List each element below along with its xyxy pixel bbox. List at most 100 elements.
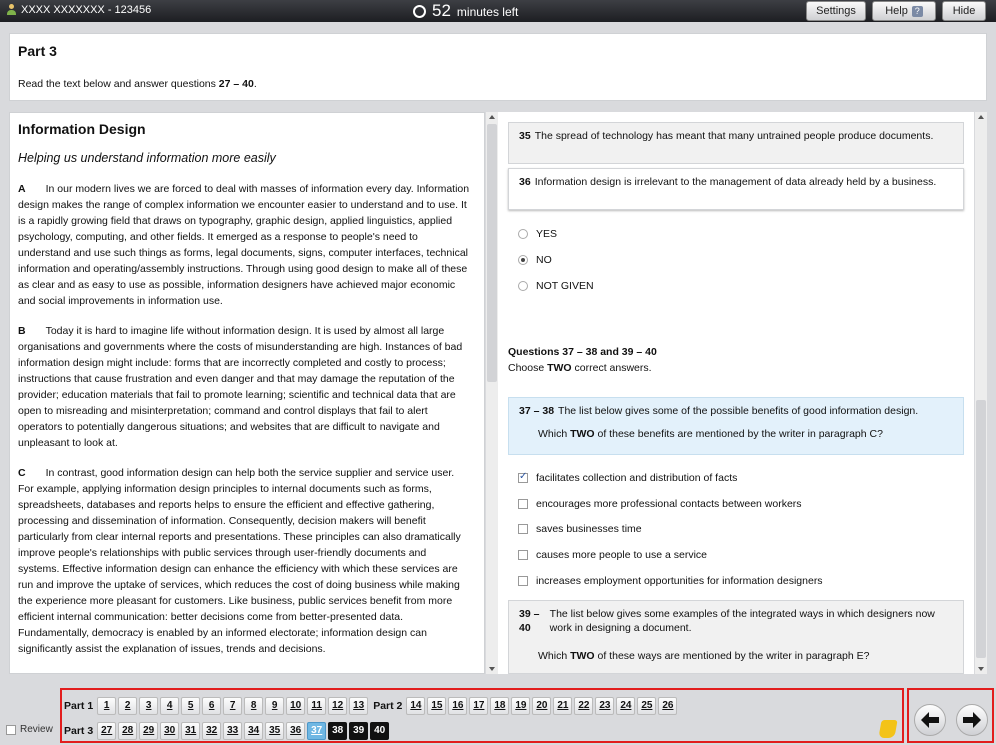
question-nav-button-37[interactable]: 37 [307, 722, 327, 740]
question-nav-button-11[interactable]: 11 [307, 697, 327, 715]
hide-button[interactable]: Hide [942, 1, 986, 21]
question-text: The spread of technology has meant that … [534, 130, 934, 142]
candidate-id: XXXX XXXXXXX - 123456 [21, 4, 152, 16]
checkbox-option-2[interactable]: encourages more professional contacts be… [518, 498, 802, 510]
question-nav-button-6[interactable]: 6 [202, 697, 222, 715]
reading-scrollbar[interactable] [486, 112, 498, 674]
question-number: 35 [519, 130, 531, 142]
question-nav-button-39[interactable]: 39 [349, 722, 369, 740]
scroll-down-icon[interactable] [978, 667, 984, 671]
previous-button[interactable] [914, 704, 946, 736]
scroll-up-icon[interactable] [489, 115, 495, 119]
question-text: Information design is irrelevant to the … [534, 176, 937, 188]
question-nav-button-29[interactable]: 29 [139, 722, 159, 740]
option-not-given[interactable]: NOT GIVEN [518, 280, 594, 292]
question-nav-button-34[interactable]: 34 [244, 722, 264, 740]
option-label: NOT GIVEN [536, 280, 594, 292]
checkbox-option-3[interactable]: saves businesses time [518, 523, 642, 535]
settings-button[interactable]: Settings [806, 1, 866, 21]
question-nav-button-19[interactable]: 19 [511, 697, 531, 715]
checkbox[interactable] [518, 471, 528, 483]
part-title: Part 3 [18, 43, 57, 59]
option-label: facilitates collection and distribution … [536, 472, 738, 484]
reading-pane[interactable]: Information Design Helping us understand… [9, 112, 485, 674]
question-nav-button-8[interactable]: 8 [244, 697, 264, 715]
checkbox-option-1[interactable]: facilitates collection and distribution … [518, 471, 738, 484]
question-nav-button-38[interactable]: 38 [328, 722, 348, 740]
part-label: Part 3 [64, 725, 94, 737]
question-nav-button-35[interactable]: 35 [265, 722, 285, 740]
question-nav-button-22[interactable]: 22 [574, 697, 594, 715]
questions-pane[interactable]: 35 The spread of technology has meant tha… [498, 112, 974, 674]
question-nav-button-16[interactable]: 16 [448, 697, 468, 715]
nav-row-part-3: Part 3 27 28 29 30 31 32 33 34 35 36 37 38 39 40 [64, 722, 391, 740]
question-nav-button-31[interactable]: 31 [181, 722, 201, 740]
question-nav-button-36[interactable]: 36 [286, 722, 306, 740]
review-checkbox[interactable] [6, 724, 16, 735]
question-nav-button-2[interactable]: 2 [118, 697, 138, 715]
option-yes[interactable]: YES [518, 228, 557, 240]
review-toggle[interactable]: Review [6, 724, 53, 735]
question-nav-button-12[interactable]: 12 [328, 697, 348, 715]
top-bar: XXXX XXXXXXX - 123456 52 minutes left Se… [0, 0, 996, 22]
hide-label: Hide [952, 5, 976, 17]
checkbox-option-5[interactable]: increases employment opportunities for i… [518, 575, 823, 587]
question-nav-button-24[interactable]: 24 [616, 697, 636, 715]
question-nav-button-4[interactable]: 4 [160, 697, 180, 715]
checkbox[interactable] [518, 499, 528, 509]
help-button[interactable]: Help? [872, 1, 936, 21]
group-instruction: Choose TWO correct answers. [508, 362, 652, 374]
question-nav-button-28[interactable]: 28 [118, 722, 138, 740]
question-nav-button-33[interactable]: 33 [223, 722, 243, 740]
question-35[interactable]: 35 The spread of technology has meant tha… [508, 122, 964, 164]
sub-post: of these benefits are mentioned by the w… [594, 428, 883, 440]
question-39-40[interactable]: 39 – 40 The list below gives some example… [508, 600, 964, 674]
sub-pre: Which [538, 428, 571, 440]
instr-bold: TWO [547, 362, 572, 374]
radio-yes[interactable] [518, 229, 528, 239]
question-nav-button-21[interactable]: 21 [553, 697, 573, 715]
question-nav-button-27[interactable]: 27 [97, 722, 117, 740]
question-nav-button-18[interactable]: 18 [490, 697, 510, 715]
question-nav-button-40[interactable]: 40 [370, 722, 390, 740]
question-37-38[interactable]: 37 – 38 The list below gives some of the … [508, 397, 964, 455]
question-nav-button-10[interactable]: 10 [286, 697, 306, 715]
checkbox[interactable] [518, 524, 528, 534]
question-nav-button-5[interactable]: 5 [181, 697, 201, 715]
question-nav-button-25[interactable]: 25 [637, 697, 657, 715]
scroll-thumb[interactable] [487, 124, 497, 382]
radio-not-given[interactable] [518, 281, 528, 291]
question-36[interactable]: 36 Information design is irrelevant to th… [508, 168, 964, 210]
question-nav-button-3[interactable]: 3 [139, 697, 159, 715]
scroll-thumb[interactable] [976, 400, 986, 658]
question-nav-button-13[interactable]: 13 [349, 697, 369, 715]
option-no[interactable]: NO [518, 254, 552, 266]
next-button[interactable] [956, 704, 988, 736]
question-nav-button-26[interactable]: 26 [658, 697, 678, 715]
part-header: Part 3 Read the text below and answer qu… [9, 33, 987, 101]
checkbox-option-4[interactable]: causes more people to use a service [518, 549, 707, 561]
questions-scrollbar[interactable] [975, 112, 987, 674]
sub-post: of these ways are mentioned by the write… [594, 650, 870, 662]
scroll-up-icon[interactable] [978, 115, 984, 119]
option-label: saves businesses time [536, 523, 642, 535]
question-nav-button-15[interactable]: 15 [427, 697, 447, 715]
paragraph-b: B Today it is hard to imagine life withou… [18, 323, 470, 451]
checkbox[interactable] [518, 576, 528, 586]
question-nav-button-1[interactable]: 1 [97, 697, 117, 715]
scroll-down-icon[interactable] [489, 667, 495, 671]
instr-post: correct answers. [571, 362, 652, 374]
question-nav-button-23[interactable]: 23 [595, 697, 615, 715]
question-nav-button-20[interactable]: 20 [532, 697, 552, 715]
question-nav-button-7[interactable]: 7 [223, 697, 243, 715]
instruction-text: Read the text below and answer questions [18, 78, 219, 90]
question-nav-button-14[interactable]: 14 [406, 697, 426, 715]
settings-label: Settings [816, 5, 856, 17]
paragraph-label: C [18, 467, 26, 479]
question-nav-button-17[interactable]: 17 [469, 697, 489, 715]
question-nav-button-9[interactable]: 9 [265, 697, 285, 715]
checkbox[interactable] [518, 550, 528, 560]
question-nav-button-32[interactable]: 32 [202, 722, 222, 740]
question-nav-button-30[interactable]: 30 [160, 722, 180, 740]
radio-no[interactable] [518, 255, 528, 265]
